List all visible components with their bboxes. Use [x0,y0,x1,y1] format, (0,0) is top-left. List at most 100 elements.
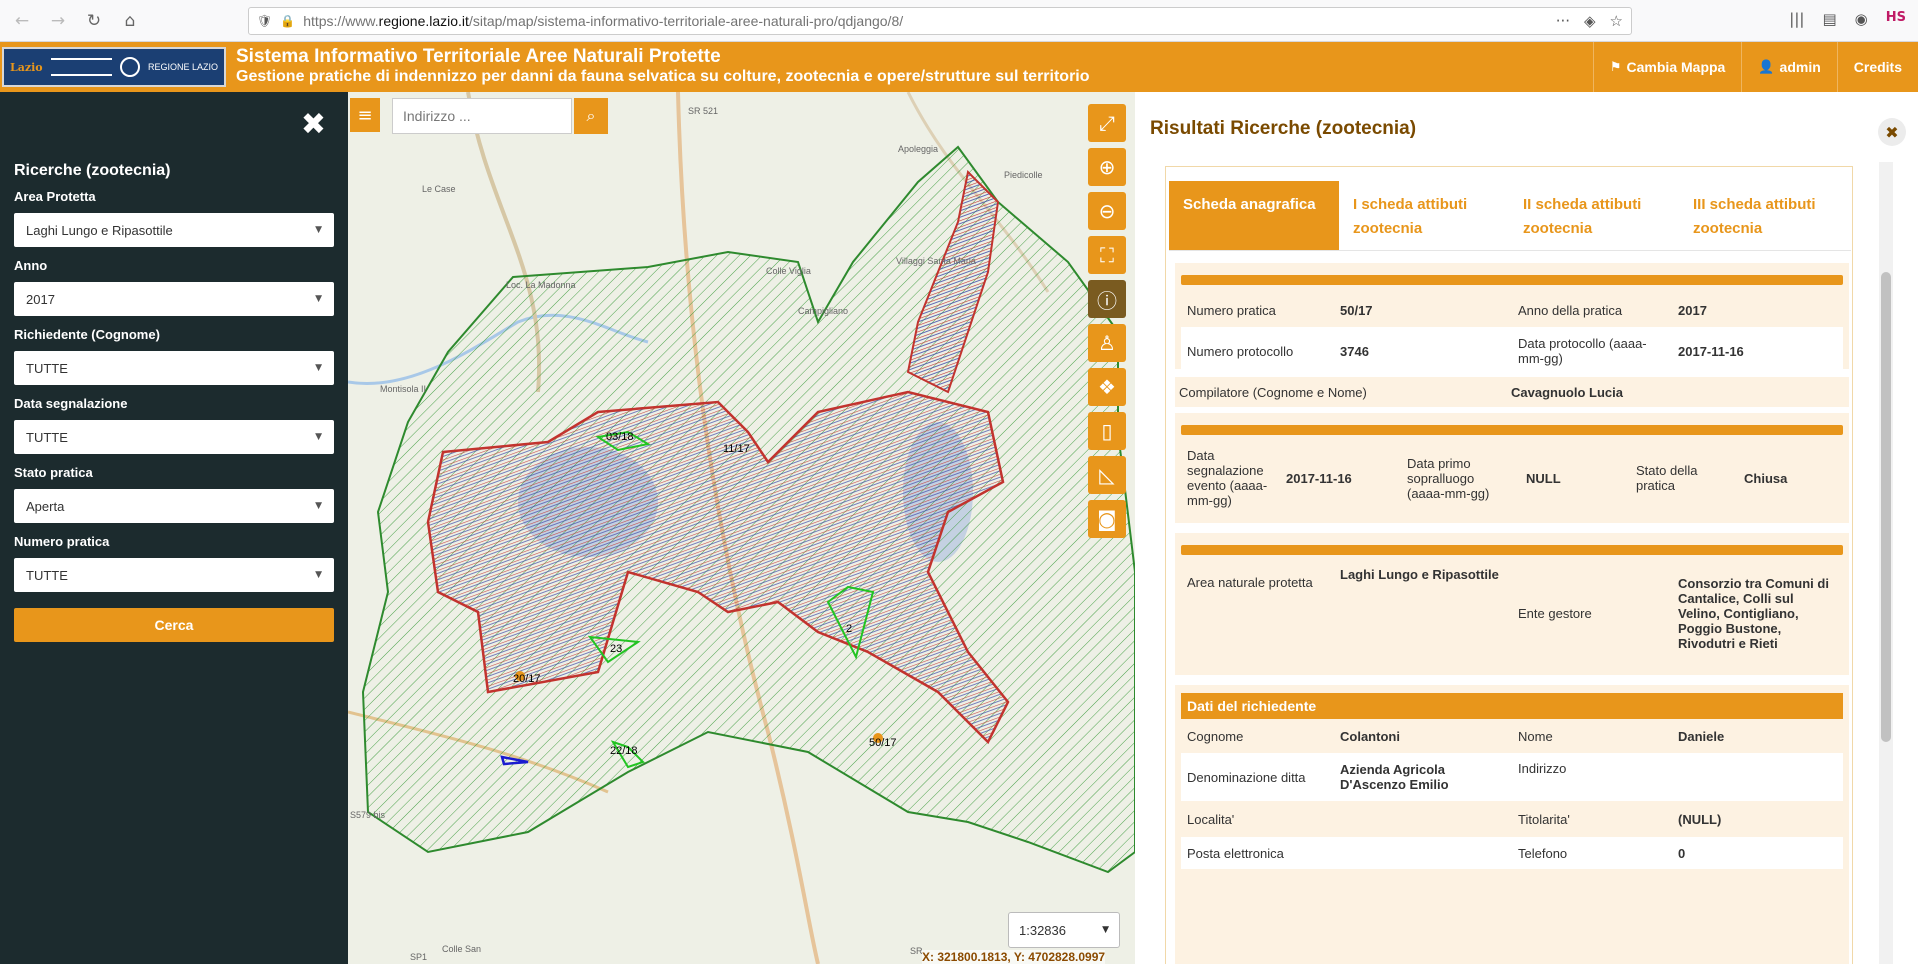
value: 2017-11-16 [1286,470,1352,486]
caret-down-icon: ▼ [315,363,322,373]
place-label: Le Case [422,184,456,194]
label: Telefono [1518,845,1568,861]
measure-area-icon[interactable]: ◺ [1088,456,1126,494]
sidebar-title: Ricerche (zootecnia) [14,162,171,179]
page-actions-icon[interactable]: ··· [1556,12,1570,30]
select-richiedente[interactable]: TUTTE ▼ [14,351,334,385]
layers-icon[interactable]: ❖ [1088,368,1126,406]
place-label: Colle San [442,944,481,954]
value: Colantoni [1340,728,1400,744]
scrollbar-thumb[interactable] [1881,272,1891,742]
tab-scheda-3[interactable]: III scheda attibuti zootecnia [1679,181,1849,250]
feature-label-22-18: 22/18 [610,745,638,757]
select-numero-pratica[interactable]: TUTTE ▼ [14,558,334,592]
row-pratica: Numero pratica 50/17 Anno della pratica … [1181,293,1843,327]
lock-icon: 🔒 [280,14,296,28]
map-canvas[interactable]: 11/17 03/18 23 2 20/17 22/18 50/17 Le Ca… [348,92,1135,964]
sidebar-toggle-icon[interactable]: ▤ [1822,10,1836,28]
extension-icon[interactable]: HS [1886,10,1906,28]
label: Data protocollo (aaaa-mm-gg) [1518,336,1647,366]
search-button[interactable]: Cerca [14,608,334,642]
caret-down-icon: ▼ [315,225,322,235]
place-label: Villaggi Santa Maria [896,256,976,266]
field-label-numero: Numero pratica [14,534,110,549]
tab-scheda-2[interactable]: II scheda attibuti zootecnia [1509,181,1679,250]
app-title: Sistema Informativo Territoriale Aree Na… [236,46,721,67]
close-icon[interactable]: ✖ [301,110,326,140]
logo-region-text: REGIONE LAZIO [147,62,218,72]
section-heading: Dati del richiedente [1181,693,1843,719]
caret-down-icon: ▼ [315,501,322,511]
caret-down-icon: ▼ [1102,925,1109,935]
fullscreen-icon[interactable]: ⤢ [1088,104,1126,142]
label: Denominazione ditta [1187,769,1306,785]
row-localita: Localita' Titolarita' (NULL) [1181,801,1843,837]
account-icon[interactable]: ◉ [1855,10,1868,28]
select-data-segnalazione[interactable]: TUTTE ▼ [14,420,334,454]
value: NULL [1526,470,1561,486]
tab-scheda-1[interactable]: I scheda attibuti zootecnia [1339,181,1509,250]
library-icon[interactable]: ||| [1789,10,1804,28]
zoom-out-icon[interactable]: ⊖ [1088,192,1126,230]
section-richiedente: Dati del richiedente Cognome Colantoni N… [1175,685,1849,964]
app-subtitle: Gestione pratiche di indennizzo per dann… [236,68,1090,85]
select-area-protetta[interactable]: Laghi Lungo e Ripasottile ▼ [14,213,334,247]
scrollbar[interactable] [1879,162,1893,964]
zoom-extent-icon[interactable]: ⛶ [1088,236,1126,274]
section-area: Area naturale protetta Laghi Lungo e Rip… [1175,533,1849,675]
back-button[interactable]: ← [8,7,36,35]
logo-text: Lazio [10,60,43,74]
logo[interactable]: Lazio REGIONE LAZIO [2,47,226,87]
row-nominativo: Cognome Colantoni Nome Daniele [1181,719,1843,753]
place-label: Montisola II [380,384,426,394]
ruler-icon[interactable]: ▯ [1088,412,1126,450]
map-layers: 11/17 03/18 23 2 20/17 22/18 50/17 Le Ca… [348,92,1135,964]
field-label-data-segnalazione: Data segnalazione [14,396,128,411]
change-map-link[interactable]: ⚑ Cambia Mappa [1592,42,1741,92]
feature-label: 11/17 [723,443,750,455]
select-value: 2017 [26,291,55,307]
place-label: S579 bis [350,810,386,820]
address-bar[interactable]: 🛡 🔒 https://www.regione.lazio.it/sitap/m… [248,7,1632,35]
close-icon[interactable]: ✖ [1878,118,1906,146]
reload-button[interactable]: ↻ [80,7,108,35]
tab-scheda-anagrafica[interactable]: Scheda anagrafica [1169,181,1339,250]
field-label-richiedente: Richiedente (Cognome) [14,327,160,342]
signpost-icon: ⚑ [1609,59,1622,75]
place-label: Piedicolle [1004,170,1043,180]
app-header: Lazio REGIONE LAZIO Sistema Informativo … [0,42,1918,92]
tab-bar: Scheda anagrafica I scheda attibuti zoot… [1169,181,1851,251]
credits-link[interactable]: Credits [1836,42,1918,92]
layers-menu-button[interactable]: ≡ [350,98,380,132]
label: Area naturale protetta [1187,575,1313,590]
value: Cavagnuolo Lucia [1511,384,1623,400]
info-icon[interactable]: ⓘ [1088,280,1126,318]
pocket-icon[interactable]: ◈ [1584,12,1596,30]
field-label-stato: Stato pratica [14,465,93,480]
caret-down-icon: ▼ [315,294,322,304]
user-icon: 👤 [1758,59,1775,75]
map-toolbar: ⤢ ⊕ ⊖ ⛶ ⓘ ♙ ❖ ▯ ◺ ◙ [1088,104,1126,538]
row-date: Data segnalazione evento (aaaa-mm-gg) 20… [1181,435,1843,521]
select-anno[interactable]: 2017 ▼ [14,282,334,316]
address-search-input[interactable]: Indirizzo ... [392,98,572,134]
caret-down-icon: ▼ [315,570,322,580]
change-map-label: Cambia Mappa [1626,59,1726,75]
zoom-in-icon[interactable]: ⊕ [1088,148,1126,186]
feature-label-20-17: 20/17 [513,673,541,685]
section-bar [1181,425,1843,435]
select-stato-pratica[interactable]: Aperta ▼ [14,489,334,523]
feature-label-23: 23 [610,643,622,655]
label: Anno della pratica [1518,302,1623,318]
scale-value: 1:32836 [1019,922,1066,938]
value: Laghi Lungo e Ripasottile [1340,567,1499,582]
bookmark-star-icon[interactable]: ☆ [1610,12,1623,30]
pin-icon[interactable]: ♙ [1088,324,1126,362]
row-contatti: Posta elettronica Telefono 0 [1181,837,1843,869]
scale-select[interactable]: 1:32836 ▼ [1008,912,1120,948]
search-icon[interactable]: ⌕ [574,98,608,134]
forward-button[interactable]: → [44,7,72,35]
user-menu[interactable]: 👤 admin [1741,42,1836,92]
home-button[interactable]: ⌂ [116,7,144,35]
camera-icon[interactable]: ◙ [1088,500,1126,538]
